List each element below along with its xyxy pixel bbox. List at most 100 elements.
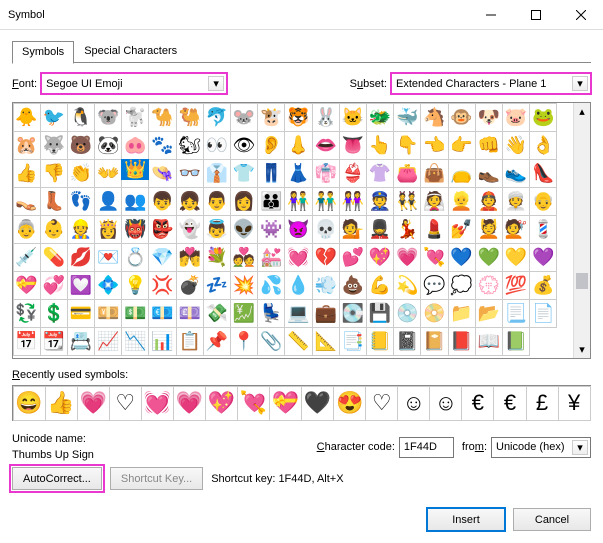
- symbol-cell[interactable]: 👩: [230, 187, 258, 216]
- symbol-cell[interactable]: 👏: [67, 159, 95, 188]
- symbol-cell[interactable]: 🐶: [475, 103, 503, 132]
- symbol-cell[interactable]: 💡: [121, 271, 149, 300]
- symbol-cell[interactable]: 🐲: [366, 103, 394, 132]
- symbol-cell[interactable]: 🐥: [13, 103, 41, 132]
- symbol-cell[interactable]: 💞: [40, 271, 68, 300]
- symbol-cell[interactable]: 👰: [420, 187, 448, 216]
- symbol-cell[interactable]: 👴: [529, 187, 557, 216]
- symbol-cell[interactable]: 👝: [448, 159, 476, 188]
- symbol-cell[interactable]: 💠: [94, 271, 122, 300]
- symbol-cell[interactable]: 📏: [284, 327, 312, 356]
- symbol-cell[interactable]: 📊: [148, 327, 176, 356]
- symbol-cell[interactable]: 💖: [366, 243, 394, 272]
- symbol-cell[interactable]: 👍: [13, 159, 41, 188]
- symbol-cell[interactable]: 👚: [366, 159, 394, 188]
- symbol-cell[interactable]: 👇: [393, 131, 421, 160]
- symbol-cell[interactable]: 📑: [339, 327, 367, 356]
- symbol-cell[interactable]: 💘: [420, 243, 448, 272]
- symbol-cell[interactable]: 💎: [148, 243, 176, 272]
- symbol-cell[interactable]: 👹: [121, 215, 149, 244]
- insert-button[interactable]: Insert: [427, 508, 505, 531]
- symbol-cell[interactable]: 💙: [448, 243, 476, 272]
- symbol-cell[interactable]: 📇: [67, 327, 95, 356]
- symbol-cell[interactable]: 👱: [448, 187, 476, 216]
- symbol-cell[interactable]: 📉: [121, 327, 149, 356]
- symbol-cell[interactable]: 👉: [448, 131, 476, 160]
- symbol-cell[interactable]: 💮: [475, 271, 503, 300]
- symbol-cell[interactable]: 💧: [284, 271, 312, 300]
- symbol-cell[interactable]: 💼: [312, 299, 340, 328]
- symbol-cell[interactable]: 💀: [312, 215, 340, 244]
- symbol-cell[interactable]: 🐦: [40, 103, 68, 132]
- symbol-cell[interactable]: 👼: [203, 215, 231, 244]
- symbol-cell[interactable]: 💗: [393, 243, 421, 272]
- symbol-cell[interactable]: 💷: [176, 299, 204, 328]
- recent-cell[interactable]: ♡: [365, 386, 398, 421]
- symbol-cell[interactable]: 🐾: [148, 131, 176, 160]
- symbol-cell[interactable]: 👙: [339, 159, 367, 188]
- symbol-cell[interactable]: 🐩: [121, 103, 149, 132]
- symbol-cell[interactable]: 💽: [339, 299, 367, 328]
- symbol-cell[interactable]: 👯: [393, 187, 421, 216]
- recent-cell[interactable]: 😄: [13, 386, 46, 421]
- symbol-cell[interactable]: 💄: [420, 215, 448, 244]
- scroll-up-icon[interactable]: ▴: [574, 103, 590, 120]
- symbol-cell[interactable]: 📋: [176, 327, 204, 356]
- symbol-cell[interactable]: 👿: [284, 215, 312, 244]
- symbol-cell[interactable]: 👈: [420, 131, 448, 160]
- symbol-cell[interactable]: 👽: [230, 215, 258, 244]
- symbol-cell[interactable]: 👳: [502, 187, 530, 216]
- symbol-cell[interactable]: 💕: [339, 243, 367, 272]
- symbol-cell[interactable]: 🐱: [339, 103, 367, 132]
- symbol-cell[interactable]: 💒: [257, 243, 285, 272]
- symbol-cell[interactable]: 💱: [13, 299, 41, 328]
- symbol-cell[interactable]: 📐: [312, 327, 340, 356]
- symbol-cell[interactable]: 👄: [312, 131, 340, 160]
- symbol-cell[interactable]: 👀: [203, 131, 231, 160]
- symbol-cell[interactable]: 👘: [312, 159, 340, 188]
- symbol-cell[interactable]: 👧: [176, 187, 204, 216]
- symbol-cell[interactable]: 🐫: [176, 103, 204, 132]
- symbol-cell[interactable]: 💸: [203, 299, 231, 328]
- symbol-cell[interactable]: 👆: [366, 131, 394, 160]
- from-select[interactable]: Unicode (hex) ▾: [491, 437, 591, 458]
- symbol-cell[interactable]: 💑: [230, 243, 258, 272]
- minimize-button[interactable]: [468, 0, 513, 29]
- symbol-cell[interactable]: 📕: [448, 327, 476, 356]
- symbol-cell[interactable]: 💟: [67, 271, 95, 300]
- symbol-cell[interactable]: 🐷: [502, 103, 530, 132]
- symbol-cell[interactable]: 👵: [13, 215, 41, 244]
- symbol-cell[interactable]: 💚: [475, 243, 503, 272]
- symbol-cell[interactable]: 🐳: [393, 103, 421, 132]
- symbol-cell[interactable]: 💅: [448, 215, 476, 244]
- symbol-cell[interactable]: 💬: [420, 271, 448, 300]
- symbol-cell[interactable]: 💃: [393, 215, 421, 244]
- symbol-cell[interactable]: 📎: [257, 327, 285, 356]
- symbol-cell[interactable]: 💛: [502, 243, 530, 272]
- recent-cell[interactable]: ☺: [429, 386, 462, 421]
- symbol-cell[interactable]: 💵: [121, 299, 149, 328]
- scrollbar[interactable]: ▴ ▾: [573, 103, 590, 358]
- symbol-cell[interactable]: 👔: [203, 159, 231, 188]
- symbol-cell[interactable]: 👒: [148, 159, 176, 188]
- symbol-cell[interactable]: 🐬: [203, 103, 231, 132]
- symbol-cell[interactable]: 👭: [339, 187, 367, 216]
- symbol-cell[interactable]: 👥: [121, 187, 149, 216]
- symbol-cell[interactable]: 📌: [203, 327, 231, 356]
- symbol-cell[interactable]: 💯: [502, 271, 530, 300]
- symbol-cell[interactable]: 👂: [257, 131, 285, 160]
- symbol-cell[interactable]: 👡: [13, 187, 41, 216]
- symbol-cell[interactable]: 📃: [502, 299, 530, 328]
- tab-special-characters[interactable]: Special Characters: [74, 40, 187, 62]
- symbol-cell[interactable]: 📈: [94, 327, 122, 356]
- symbol-cell[interactable]: 👗: [284, 159, 312, 188]
- symbol-cell[interactable]: 👠: [529, 159, 557, 188]
- symbol-cell[interactable]: 📍: [230, 327, 258, 356]
- scroll-thumb[interactable]: [576, 273, 588, 289]
- symbol-cell[interactable]: 👃: [284, 131, 312, 160]
- symbol-cell[interactable]: 💰: [529, 271, 557, 300]
- symbol-cell[interactable]: 👋: [502, 131, 530, 160]
- symbol-cell[interactable]: 💢: [148, 271, 176, 300]
- symbol-cell[interactable]: 🐸: [529, 103, 557, 132]
- symbol-cell[interactable]: 💓: [284, 243, 312, 272]
